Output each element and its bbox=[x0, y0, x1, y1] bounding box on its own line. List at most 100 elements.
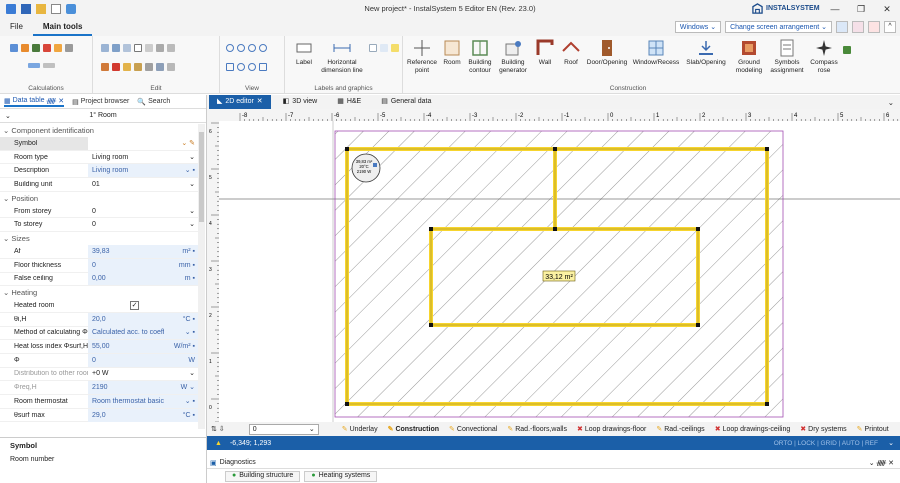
door-button[interactable]: Door/Opening bbox=[585, 39, 629, 67]
section-identification[interactable]: ⌄ Component identification bbox=[0, 124, 198, 137]
text-style-icon[interactable] bbox=[369, 44, 377, 52]
row-af[interactable]: Af 39,83 m² ▪ bbox=[0, 244, 198, 259]
room-button[interactable]: Room bbox=[440, 39, 464, 67]
undo-redo-icon[interactable] bbox=[66, 4, 76, 14]
rotate-icon[interactable] bbox=[145, 63, 153, 71]
window-button[interactable]: Window/Recess bbox=[631, 39, 681, 67]
row-thermostat[interactable]: Room thermostat Room thermostat basic ⌄ ▪ bbox=[0, 394, 198, 409]
row-room-type[interactable]: Room type Living room ⌄ bbox=[0, 151, 198, 165]
to-storey-select[interactable]: 0 ⌄ bbox=[88, 218, 198, 231]
floor-thickness-field[interactable]: 0 mm ▪ bbox=[88, 258, 198, 272]
paste-icon[interactable] bbox=[112, 44, 120, 52]
label-button[interactable]: Label bbox=[289, 39, 319, 67]
section-position[interactable]: ⌄ Position bbox=[0, 191, 198, 205]
zoom-in-icon[interactable] bbox=[226, 44, 234, 52]
extra-tool-icon[interactable] bbox=[843, 46, 851, 54]
tab-3d-view[interactable]: ◧ 3D view bbox=[275, 95, 326, 109]
refresh-icon[interactable] bbox=[259, 63, 267, 71]
surf-max-field[interactable]: 29,0 °C ▪ bbox=[88, 408, 198, 422]
file-menu[interactable]: File bbox=[0, 18, 33, 36]
tabs-menu-chevron-icon[interactable]: ⌄ bbox=[888, 98, 894, 107]
align-icon[interactable] bbox=[167, 44, 175, 52]
theta-field[interactable]: 20,0 °C ▪ bbox=[88, 312, 198, 326]
close-button[interactable]: ✕ bbox=[874, 0, 900, 18]
layer-dry-systems[interactable]: ✖ Dry systems bbox=[795, 425, 851, 434]
roof-button[interactable]: Roof bbox=[558, 39, 584, 67]
group-icon[interactable] bbox=[156, 63, 164, 71]
flame-icon[interactable] bbox=[54, 44, 62, 52]
description-field[interactable]: Living room ⌄ ▪ bbox=[88, 164, 198, 178]
zoom-level-select[interactable]: 0 ⌄ bbox=[248, 423, 319, 435]
layer-convectional[interactable]: ✎ Convectional bbox=[444, 425, 502, 434]
clear-icon[interactable] bbox=[123, 63, 131, 71]
thermostat-select[interactable]: Room thermostat basic ⌄ ▪ bbox=[88, 394, 198, 408]
slab-button[interactable]: Slab/Opening bbox=[683, 39, 729, 67]
tab-heating-systems[interactable]: ● Heating systems bbox=[304, 470, 378, 482]
row-surf-max[interactable]: θsurf max 29,0 °C ▪ bbox=[0, 408, 198, 423]
false-ceiling-field[interactable]: 0,00 m ▪ bbox=[88, 272, 198, 286]
duplicate-icon[interactable] bbox=[123, 44, 131, 52]
phireq-field[interactable]: 2190 W ⌄ bbox=[88, 381, 198, 395]
wall-button[interactable]: Wall bbox=[532, 39, 558, 67]
compass-rose-button[interactable]: Compass rose bbox=[807, 39, 841, 74]
pan-icon[interactable] bbox=[226, 63, 234, 71]
method-select[interactable]: Calculated acc. to coeffi ⌄ ▪ bbox=[88, 326, 198, 340]
settings-icon[interactable] bbox=[852, 21, 864, 33]
row-heated-room[interactable]: Heated room ✓ bbox=[0, 299, 198, 313]
data-table-tab[interactable]: ▦ Data table ᚏ ✕ bbox=[4, 97, 65, 107]
row-from-storey[interactable]: From storey 0 ⌄ bbox=[0, 205, 198, 219]
note-icon[interactable] bbox=[391, 44, 399, 52]
layer-loop-floor[interactable]: ✖ Loop drawings-floor bbox=[572, 425, 651, 434]
layer-rad-floors[interactable]: ✎ Rad.-floors,walls bbox=[502, 425, 572, 434]
collapse-ribbon-icon[interactable]: ^ bbox=[884, 21, 896, 33]
row-description[interactable]: Description Living room ⌄ ▪ bbox=[0, 164, 198, 179]
zoom-window-icon[interactable] bbox=[248, 44, 256, 52]
symbols-assignment-button[interactable]: Symbols assignment bbox=[768, 39, 806, 74]
tab-building-structure[interactable]: ● Building structure bbox=[225, 470, 301, 482]
heat-loss-field[interactable]: 55,00 W/m² ▪ bbox=[88, 340, 198, 354]
save-icon[interactable] bbox=[21, 4, 31, 14]
heated-checkbox[interactable]: ✓ bbox=[130, 301, 139, 311]
warning-icon[interactable]: ▲ bbox=[207, 440, 230, 447]
image-icon[interactable] bbox=[380, 44, 388, 52]
row-symbol[interactable]: Symbol ⌄ ✎ bbox=[0, 136, 198, 151]
collapse-chevron-icon[interactable]: ⌄ bbox=[5, 112, 11, 120]
distribution-field[interactable]: +0 W ⌄ bbox=[88, 367, 198, 380]
frame-icon[interactable] bbox=[134, 44, 142, 52]
building-unit-select[interactable]: 01 ⌄ bbox=[88, 178, 198, 191]
scrollbar-thumb[interactable] bbox=[199, 132, 204, 222]
building-contour-button[interactable]: Building contour bbox=[465, 39, 495, 74]
drawing-svg[interactable]: -8 -7 -6 -5 -4 -3 -2 -1 0 1 2 3 4 5 6 6 5 4 3 2 1 0 33,12 m²… bbox=[207, 109, 900, 423]
windows-dropdown[interactable]: Windows ⌄ bbox=[674, 21, 722, 33]
minimize-button[interactable]: — bbox=[822, 0, 848, 18]
mirror-icon[interactable] bbox=[134, 63, 142, 71]
table-icon[interactable] bbox=[10, 44, 18, 52]
symbol-field[interactable]: ⌄ ✎ bbox=[88, 136, 198, 150]
ruler-icon[interactable] bbox=[43, 63, 55, 68]
new-file-icon[interactable] bbox=[6, 4, 16, 14]
nav-arrows-icon[interactable]: ⇅ ⇩ bbox=[207, 425, 229, 433]
drop-icon[interactable] bbox=[65, 44, 73, 52]
bracket-icon[interactable] bbox=[145, 44, 153, 52]
move-icon[interactable] bbox=[156, 44, 164, 52]
project-browser-tab[interactable]: ▤ Project browser bbox=[72, 98, 129, 106]
layer-construction[interactable]: ✎ Construction bbox=[383, 425, 444, 434]
calc-icon[interactable] bbox=[21, 44, 29, 52]
help-icon[interactable] bbox=[868, 21, 880, 33]
room-type-select[interactable]: Living room ⌄ bbox=[88, 151, 198, 164]
row-to-storey[interactable]: To storey 0 ⌄ bbox=[0, 218, 198, 233]
hdim-button[interactable]: Horizontal dimension line bbox=[319, 39, 365, 74]
warning-icon[interactable] bbox=[43, 44, 51, 52]
restore-button[interactable]: ❐ bbox=[848, 0, 874, 18]
ungroup-icon[interactable] bbox=[167, 63, 175, 71]
building-generator-button[interactable]: Building generator bbox=[496, 39, 530, 74]
drawing-canvas[interactable]: -8 -7 -6 -5 -4 -3 -2 -1 0 1 2 3 4 5 6 6 5 4 3 2 1 0 33,12 m²… bbox=[207, 109, 900, 423]
tab-2d-editor[interactable]: ◣ 2D editor ✕ bbox=[209, 95, 271, 109]
panel-controls-icon[interactable]: ⌄ ᚏ ✕ bbox=[869, 459, 894, 467]
main-tools-tab[interactable]: Main tools bbox=[32, 18, 93, 36]
list-icon[interactable] bbox=[28, 63, 40, 68]
screen-arrangement-dropdown[interactable]: Change screen arrangement ⌄ bbox=[725, 21, 832, 33]
af-field[interactable]: 39,83 m² ▪ bbox=[88, 244, 198, 258]
close-icon[interactable]: ✕ bbox=[257, 95, 263, 109]
snap-flags[interactable]: ORTO | LOCK | GRID | AUTO | REF bbox=[774, 440, 878, 447]
